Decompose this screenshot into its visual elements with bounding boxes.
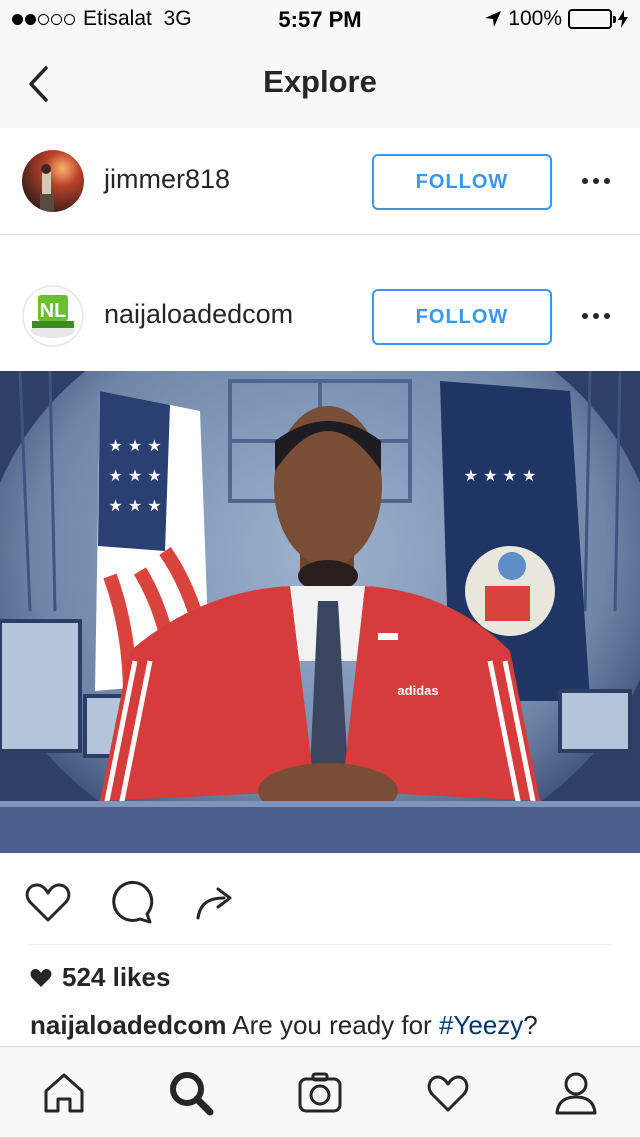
suggested-user-row[interactable]: NL naijaloadedcom FOLLOW (0, 263, 640, 371)
tab-home[interactable] (36, 1065, 92, 1121)
battery-icon (568, 9, 616, 29)
svg-text:★ ★ ★ ★: ★ ★ ★ ★ (464, 466, 537, 485)
tab-bar (0, 1046, 640, 1137)
divider (30, 944, 610, 945)
avatar[interactable]: NL (22, 285, 84, 347)
location-arrow-icon (485, 11, 502, 27)
username[interactable]: naijaloadedcom (104, 299, 293, 330)
caption: naijaloadedcom Are you ready for #Yeezy? (30, 1010, 538, 1041)
svg-text:NL: NL (40, 300, 67, 322)
heart-icon (25, 883, 71, 922)
post-image[interactable]: ★ ★ ★ ★ ★ ★ ★ ★ ★ ★ ★ ★ ★ adidas (0, 371, 640, 853)
caption-text: Are you ready for (226, 1010, 439, 1040)
charging-bolt-icon (618, 10, 628, 28)
battery-percent: 100% (508, 7, 562, 30)
caption-hashtag[interactable]: #Yeezy (439, 1010, 523, 1040)
likes-count[interactable]: 524 likes (30, 962, 170, 993)
tab-activity[interactable] (420, 1065, 476, 1121)
heart-icon (427, 1075, 469, 1112)
tab-profile[interactable] (548, 1065, 604, 1121)
page-title: Explore (263, 64, 377, 99)
home-icon (44, 1073, 84, 1113)
camera-icon (298, 1072, 342, 1113)
comment-icon (112, 880, 154, 924)
likes-label: 524 likes (62, 962, 171, 992)
tab-search[interactable] (163, 1065, 219, 1121)
status-bar: Etisalat 3G 5:57 PM 100% (0, 0, 640, 40)
username[interactable]: jimmer818 (104, 164, 230, 195)
section-divider: — — — — — — — — — — — — — — — — — — — — (0, 234, 640, 247)
more-options-icon[interactable] (576, 166, 616, 196)
heart-filled-icon (30, 968, 52, 987)
comment-button[interactable] (106, 876, 158, 928)
post-actions (0, 862, 640, 940)
status-right: 100% (484, 7, 628, 31)
nav-bar: Explore (0, 40, 640, 129)
svg-text:★ ★ ★: ★ ★ ★ (108, 496, 161, 515)
caption-end: ? (523, 1010, 538, 1040)
profile-icon (555, 1072, 597, 1115)
avatar[interactable] (22, 150, 84, 212)
svg-text:★ ★ ★: ★ ★ ★ (108, 436, 161, 455)
like-button[interactable] (22, 876, 74, 928)
share-button[interactable] (190, 876, 242, 928)
caption-username[interactable]: naijaloadedcom (30, 1010, 227, 1040)
tab-camera[interactable] (292, 1065, 348, 1121)
follow-button[interactable]: FOLLOW (372, 154, 552, 210)
share-arrow-icon (196, 887, 232, 920)
search-icon (170, 1072, 214, 1116)
more-options-icon[interactable] (576, 301, 616, 331)
brand-text: adidas (397, 683, 438, 698)
svg-text:★ ★ ★: ★ ★ ★ (108, 466, 161, 485)
suggested-user-row[interactable]: jimmer818 FOLLOW (0, 128, 640, 236)
follow-button[interactable]: FOLLOW (372, 289, 552, 345)
